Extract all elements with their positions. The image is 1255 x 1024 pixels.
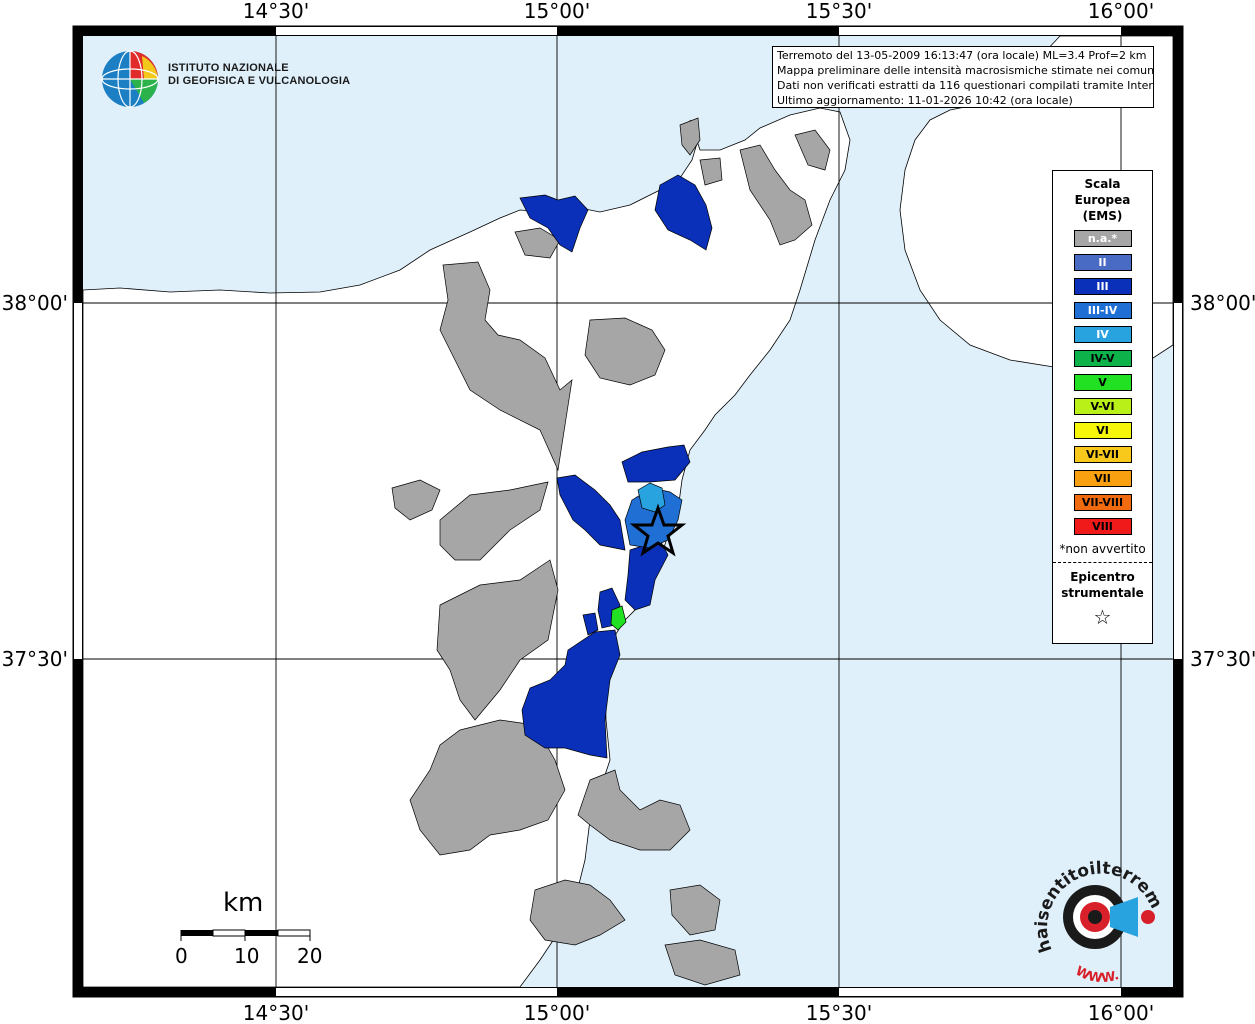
legend-item-iii-iv: III-IV [1073,302,1132,319]
lon-label-top-2: 15°00' [524,0,590,23]
lon-label-bottom-4: 16°00' [1088,1001,1154,1024]
legend-item-iv-v: IV-V [1073,350,1132,367]
legend-item-viii: VIII [1073,518,1132,535]
lat-label-right-2: 37°30' [1190,647,1255,671]
ingv-globe-icon [101,50,159,108]
scale-label-0: 0 [175,944,188,968]
legend-item-vii: VII [1073,470,1132,487]
legend-epicenter-line2: strumentale [1061,586,1144,600]
legend-item-iv: IV [1073,326,1132,343]
lon-label-bottom-3: 15°30' [806,1001,872,1024]
legend-title: Scala Europea (EMS) [1053,176,1152,224]
lon-label-top-1: 14°30' [243,0,309,23]
lat-label-right-1: 38°00' [1190,291,1255,315]
haisentito-logo-graphic: haisentitoilterremoto.it WWW. [1024,840,1166,986]
legend-note: *non avvertito [1059,542,1146,556]
municipalities-IV [637,482,666,513]
legend-item-ii: II [1073,254,1132,271]
scale-label-20: 20 [297,944,323,968]
legend-item-vi-vii: VI-VII [1073,446,1132,463]
legend-title-line1: Scala [1084,177,1121,191]
ingv-logo-text: ISTITUTO NAZIONALE DI GEOFISICA E VULCAN… [168,62,350,88]
lon-label-top-4: 16°00' [1088,0,1154,23]
legend-item-iii: III [1073,278,1132,295]
haisentito-www: WWW. [1073,964,1121,985]
legend-item-v-vi: V-VI [1073,398,1132,415]
lon-label-bottom-2: 15°00' [524,1001,590,1024]
legend-title-line3: (EMS) [1082,209,1123,223]
legend-item-vii-viii: VII-VIII [1073,494,1132,511]
lon-label-bottom-1: 14°30' [243,1001,309,1024]
lon-label-top-3: 15°30' [806,0,872,23]
scale-label-10: 10 [234,944,260,968]
ems-legend: Scala Europea (EMS) n.a.* II III III-IV IV IV… [1052,170,1153,644]
scale-title: km [223,888,264,918]
ingv-logo-line2: DI GEOFISICA E VULCANOLOGIA [168,75,351,87]
legend-title-line2: Europea [1074,193,1131,207]
legend-item-n-a: n.a.* [1073,230,1132,247]
lat-label-left-1: 38°00' [2,291,68,315]
earthquake-info-box: Terremoto del 13-05-2009 16:13:47 (ora l… [772,46,1154,108]
info-line-event: Terremoto del 13-05-2009 16:13:47 (ora l… [777,49,1147,62]
legend-epicenter-line1: Epicentro [1070,570,1135,584]
lat-label-left-2: 37°30' [2,647,68,671]
haisentito-logo: haisentitoilterremoto.it WWW. [1024,840,1170,986]
legend-separator [1053,562,1152,563]
info-line-source: Dati non verificati estratti da 116 ques… [777,79,1154,92]
info-line-description: Mappa preliminare delle intensità macros… [777,64,1154,77]
ingv-logo-line1: ISTITUTO NAZIONALE [168,62,289,74]
legend-epicenter-label: Epicentro strumentale [1053,569,1152,601]
legend-item-v: V [1073,374,1132,391]
legend-star-icon: ☆ [1093,605,1112,629]
legend-item-vi: VI [1073,422,1132,439]
info-line-updated: Ultimo aggiornamento: 11-01-2026 10:42 (… [777,94,1073,107]
legend-items: n.a.* II III III-IV IV IV-V V V-VI VI VI-VII VII VI… [1053,230,1152,535]
ingv-logo: ISTITUTO NAZIONALE DI GEOFISICA E VULCAN… [100,48,350,110]
